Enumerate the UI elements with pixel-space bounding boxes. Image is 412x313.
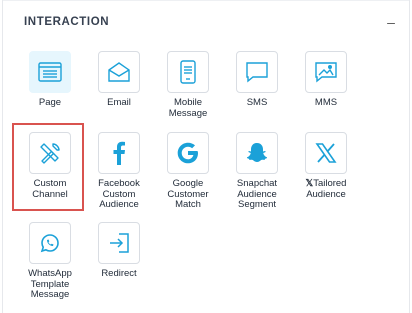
- redirect-icon: [98, 222, 140, 264]
- tile-label: SMS: [246, 97, 268, 108]
- sms-icon: [236, 51, 278, 93]
- tile-label: Mobile Message: [168, 97, 208, 119]
- tile-label: MMS: [314, 97, 338, 108]
- tile-label: Email: [107, 97, 131, 108]
- section-title: INTERACTION: [24, 16, 110, 28]
- tools-icon: [29, 132, 71, 174]
- email-icon: [98, 51, 140, 93]
- page-icon: [29, 51, 71, 93]
- right-divider: [409, 0, 410, 313]
- tile-label: Google Customer Match: [167, 178, 209, 210]
- snapchat-icon: [236, 132, 278, 174]
- left-divider: [2, 0, 3, 313]
- tile-label: Custom Channel: [32, 178, 68, 200]
- top-rule: [2, 0, 410, 1]
- section-header[interactable]: INTERACTION –: [24, 14, 398, 34]
- tile-label: Page: [38, 97, 62, 108]
- facebook-icon: [98, 132, 140, 174]
- tile-label-text: Tailored Audience: [306, 178, 347, 200]
- tile-label: 𝕏Tailored Audience: [294, 178, 358, 200]
- whatsapp-icon: [29, 222, 71, 264]
- x-icon: [305, 132, 347, 174]
- collapse-button[interactable]: –: [384, 14, 398, 30]
- tile-label: Redirect: [101, 268, 137, 279]
- mobile-icon: [167, 51, 209, 93]
- tile-label: WhatsApp Template Message: [28, 268, 72, 300]
- google-icon: [167, 132, 209, 174]
- tile-label: Facebook Custom Audience: [98, 178, 140, 210]
- tile-label: Snapchat Audience Segment: [236, 178, 278, 210]
- mms-icon: [305, 51, 347, 93]
